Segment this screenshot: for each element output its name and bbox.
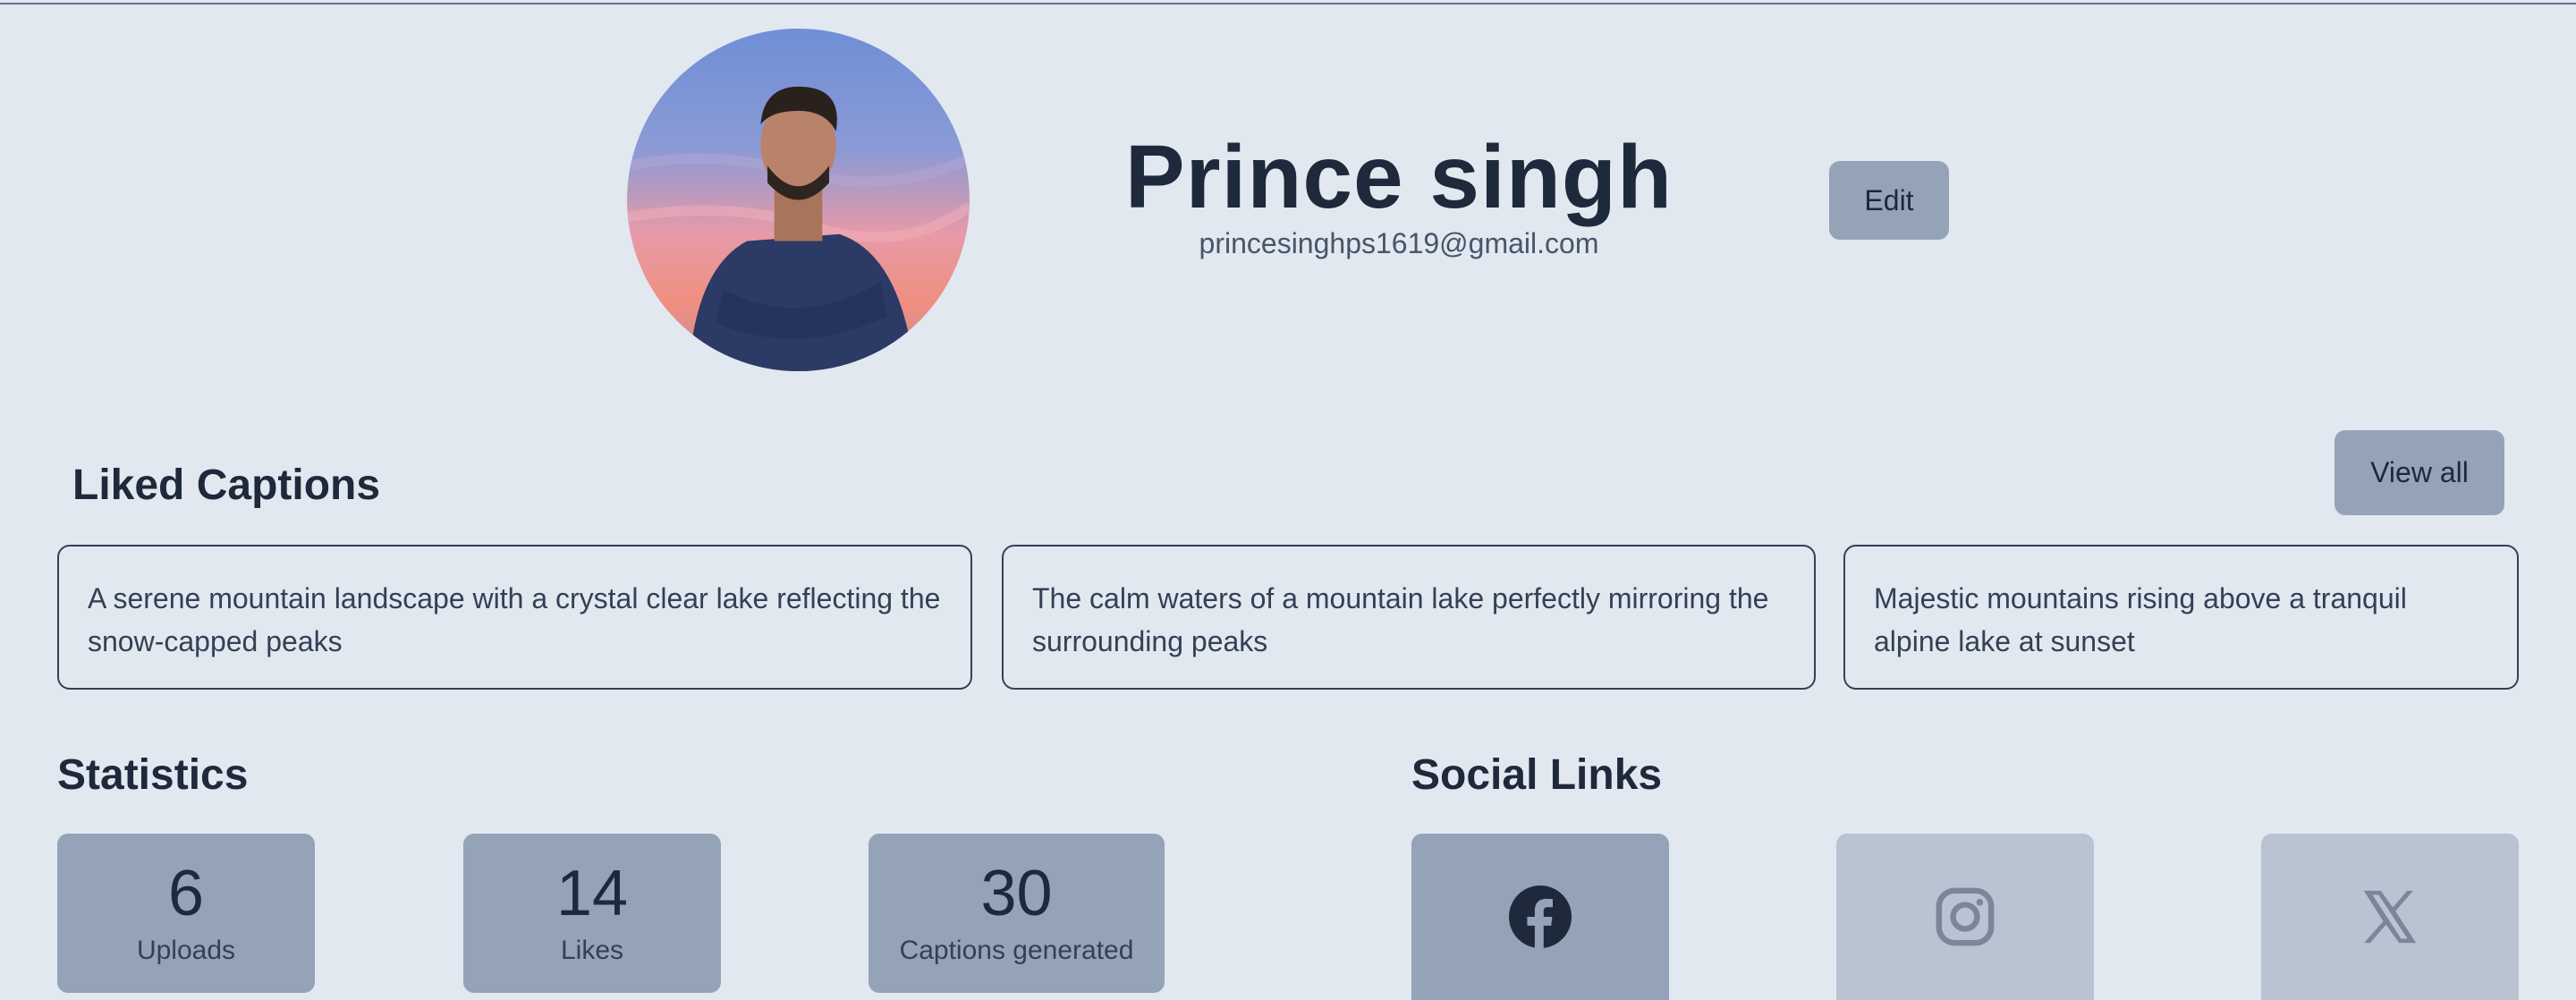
stat-value: 14 bbox=[555, 858, 629, 929]
profile-email: princesinghps1619@gmail.com bbox=[1199, 227, 1599, 259]
caption-card[interactable]: Majestic mountains rising above a tranqu… bbox=[1843, 545, 2519, 690]
profile-avatar bbox=[627, 29, 970, 371]
stat-label: Uploads bbox=[136, 936, 236, 965]
instagram-link[interactable] bbox=[1836, 834, 2094, 1000]
facebook-link[interactable] bbox=[1411, 834, 1669, 1000]
stat-value: 6 bbox=[167, 858, 205, 929]
liked-captions-title: Liked Captions bbox=[72, 462, 381, 509]
view-all-button[interactable]: View all bbox=[2334, 430, 2504, 515]
edit-profile-button[interactable]: Edit bbox=[1829, 161, 1949, 240]
stat-label: Captions generated bbox=[899, 936, 1134, 965]
stat-uploads: 6 Uploads bbox=[57, 834, 315, 993]
caption-card[interactable]: A serene mountain landscape with a cryst… bbox=[57, 545, 972, 690]
x-twitter-icon bbox=[2363, 890, 2417, 944]
stat-likes: 14 Likes bbox=[463, 834, 721, 993]
caption-card[interactable]: The calm waters of a mountain lake perfe… bbox=[1002, 545, 1816, 690]
top-border bbox=[0, 0, 2576, 4]
stat-label: Likes bbox=[560, 936, 624, 965]
stat-captions-generated: 30 Captions generated bbox=[869, 834, 1165, 993]
profile-name: Prince singh bbox=[1124, 127, 1674, 227]
facebook-icon bbox=[1509, 886, 1572, 948]
instagram-icon bbox=[1936, 887, 1995, 946]
statistics-title: Statistics bbox=[57, 751, 249, 799]
social-links-title: Social Links bbox=[1411, 751, 1663, 799]
x-twitter-link[interactable] bbox=[2261, 834, 2519, 1000]
stat-value: 30 bbox=[980, 858, 1053, 929]
